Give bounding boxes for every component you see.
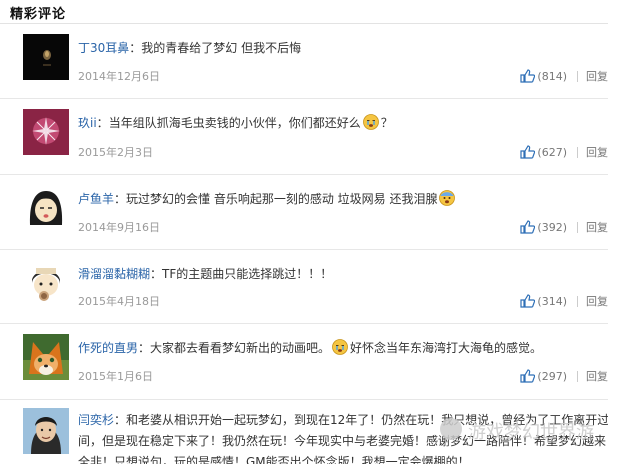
comment-actions: (314) 回复 <box>520 293 608 309</box>
comment-actions: (814) 回复 <box>520 68 608 84</box>
avatar[interactable] <box>23 260 69 306</box>
thumbs-up-icon[interactable] <box>520 294 536 308</box>
comment-item: 滑溜溜黏糊糊：TF的主题曲只能选择跳过！！！ 2015年4月18日 (314) … <box>0 250 608 324</box>
username-link[interactable]: 卢鱼羊 <box>78 192 114 206</box>
comment-item: 丁30耳鼻：我的青春给了梦幻 但我不后悔 2014年12月6日 (814) 回复 <box>0 24 608 99</box>
section-title: 精彩评论 <box>10 7 67 22</box>
username-link[interactable]: 滑溜溜黏糊糊 <box>78 267 150 281</box>
reply-button[interactable]: 回复 <box>586 68 608 84</box>
comment-date: 2015年4月18日 <box>78 295 160 308</box>
comment-date: 2014年9月16日 <box>78 221 160 234</box>
comment-body: 玖ii：当年组队抓海毛虫卖钱的小伙伴，你们都还好么？ <box>78 114 393 130</box>
username-link[interactable]: 作死的直男 <box>78 341 138 355</box>
thumbs-up-icon[interactable] <box>520 369 536 383</box>
username-link[interactable]: 玖ii <box>78 116 97 130</box>
comment-actions: (297) 回复 <box>520 368 608 384</box>
thumbs-up-icon[interactable] <box>520 69 536 83</box>
comment-text: 我的青春给了梦幻 但我不后悔 <box>141 41 302 55</box>
comment-item: 玖ii：当年组队抓海毛虫卖钱的小伙伴，你们都还好么？ 2015年2月3日 (62… <box>0 99 608 175</box>
avatar[interactable] <box>23 408 69 454</box>
comment-date: 2015年1月6日 <box>78 370 153 383</box>
comment-body: 丁30耳鼻：我的青春给了梦幻 但我不后悔 <box>78 41 302 55</box>
comment-actions: (627) 回复 <box>520 144 608 160</box>
thumbs-up-icon[interactable] <box>520 145 536 159</box>
comment-text-suffix: ？ <box>380 116 393 130</box>
reply-button[interactable]: 回复 <box>586 293 608 309</box>
like-count: (627) <box>537 145 567 159</box>
watermark: 游戏梦幻世界游 <box>468 422 594 443</box>
like-count: (297) <box>537 369 567 383</box>
avatar[interactable] <box>23 34 69 80</box>
divider <box>577 295 578 307</box>
comment-text: 玩过梦幻的会懂 音乐响起那一刻的感动 垃圾网易 还我泪腺 <box>126 192 438 206</box>
like-count: (314) <box>537 294 567 308</box>
watermark-logo-icon <box>440 418 462 440</box>
thumbs-up-icon[interactable] <box>520 220 536 234</box>
avatar[interactable] <box>23 185 69 231</box>
comment-actions: (392) 回复 <box>520 219 608 235</box>
comment-date: 2014年12月6日 <box>78 70 160 83</box>
comment-text-suffix: 好怀念当年东海湾打大海龟的感觉。 <box>350 341 543 355</box>
avatar[interactable] <box>23 109 69 155</box>
fearful-face-icon <box>439 190 456 206</box>
divider <box>577 70 578 82</box>
crying-face-icon <box>362 114 379 130</box>
comment-text: 大家都去看看梦幻新出的动画吧。 <box>150 341 331 355</box>
reply-button[interactable]: 回复 <box>586 219 608 235</box>
divider <box>577 146 578 158</box>
crying-face-icon <box>332 339 348 355</box>
comment-text: TF的主题曲只能选择跳过！！！ <box>162 267 333 281</box>
comment-line: 全非！只想说句，玩的是感情！GM能否出个怀念版！我想一定会爆棚的！ <box>78 455 470 464</box>
comment-body: 卢鱼羊：玩过梦幻的会懂 音乐响起那一刻的感动 垃圾网易 还我泪腺 <box>78 189 608 209</box>
username-link[interactable]: 闫奕杉 <box>78 413 114 427</box>
comment-text: 当年组队抓海毛虫卖钱的小伙伴，你们都还好么 <box>108 116 361 130</box>
comment-item: 作死的直男：大家都去看看梦幻新出的动画吧。 好怀念当年东海湾打大海龟的感觉。 20… <box>0 324 608 400</box>
comment-date: 2015年2月3日 <box>78 146 153 159</box>
comment-item: 卢鱼羊：玩过梦幻的会懂 音乐响起那一刻的感动 垃圾网易 还我泪腺 2014年9月… <box>0 175 608 250</box>
avatar[interactable] <box>23 334 69 380</box>
comment-body: 滑溜溜黏糊糊：TF的主题曲只能选择跳过！！！ <box>78 267 333 281</box>
divider <box>577 221 578 233</box>
comments-header: 精彩评论 <box>0 0 608 24</box>
reply-button[interactable]: 回复 <box>586 368 608 384</box>
reply-button[interactable]: 回复 <box>586 144 608 160</box>
comment-body: 作死的直男：大家都去看看梦幻新出的动画吧。 好怀念当年东海湾打大海龟的感觉。 <box>78 339 543 355</box>
like-count: (814) <box>537 69 567 83</box>
username-link[interactable]: 丁30耳鼻 <box>78 41 129 55</box>
like-count: (392) <box>537 220 567 234</box>
divider <box>577 370 578 382</box>
